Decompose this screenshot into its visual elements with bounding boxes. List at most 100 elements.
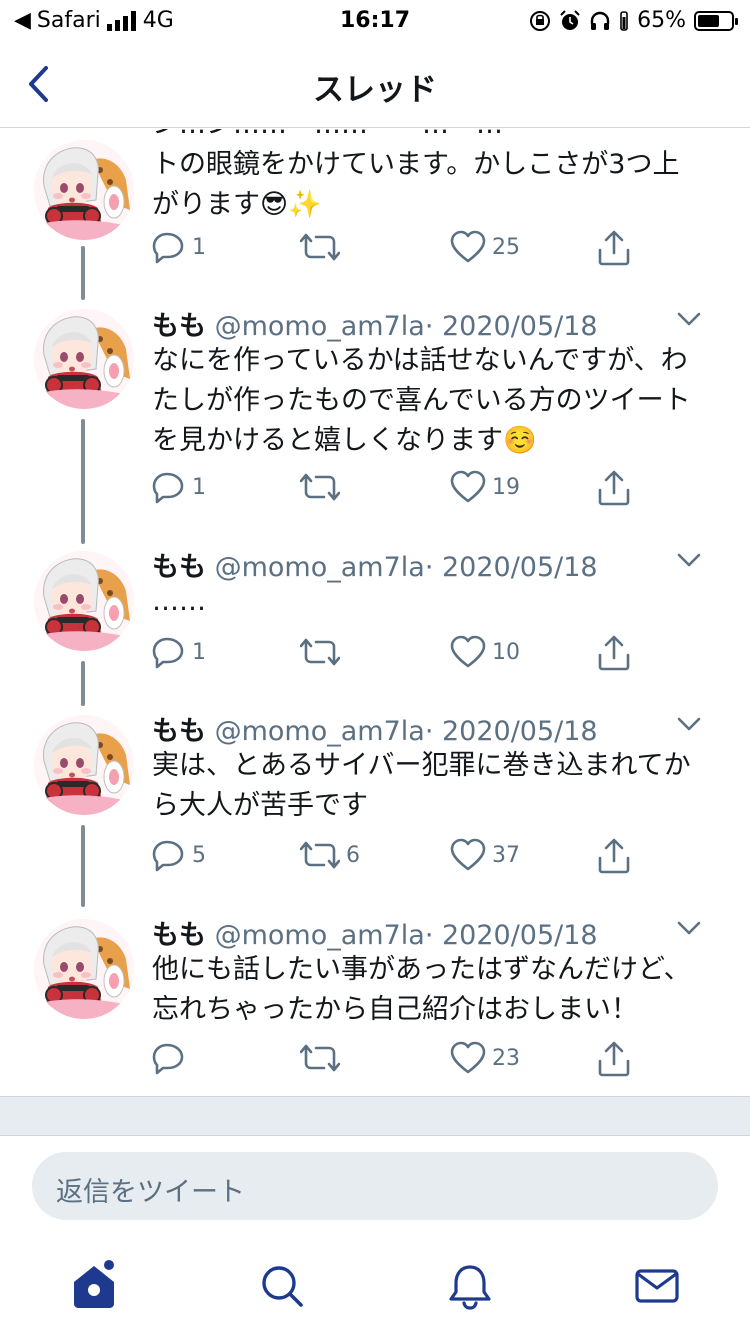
tweet-actions: 1 10 [152,635,652,675]
like-count: 23 [492,1045,520,1071]
retweet-button[interactable] [300,635,346,669]
avatar[interactable] [34,309,134,409]
tab-home[interactable] [66,1258,122,1314]
reply-icon [152,1041,186,1075]
tweet-line: 他にも話したい事があったはずなんだけど、 [152,954,691,985]
display-name[interactable]: もも [152,920,206,951]
chevron-down-icon[interactable] [676,310,702,328]
tweet-line: ら大人が苦手です [152,790,368,821]
battery-percent: 65% [637,8,686,33]
tweet-line: たしが作ったもので喜んでいる方のツイート [152,385,691,416]
retweet-button[interactable] [300,470,346,504]
display-name[interactable]: もも [152,552,206,583]
alarm-icon [560,9,580,30]
share-icon [597,470,631,506]
like-button[interactable]: 10 [450,635,520,669]
tweet-line: がります😎✨ [152,189,322,220]
thread-line [81,825,85,907]
bell-icon [449,1265,491,1310]
like-button[interactable]: 23 [450,1041,520,1075]
share-button[interactable] [597,230,631,266]
tweet-date: · 2020/05/18 [424,920,598,951]
like-button[interactable]: 19 [450,470,520,504]
mail-icon [635,1269,679,1303]
tweet-actions: 1 19 [152,470,652,510]
tweet-text: 実は、とあるサイバー犯罪に巻き込まれてか ら大人が苦手です [152,746,732,826]
reply-count: 5 [192,842,206,868]
reply-button[interactable] [152,1041,192,1075]
thread-line [81,419,85,544]
chevron-down-icon[interactable] [676,551,702,569]
reply-button[interactable]: 1 [152,470,206,504]
retweet-icon [300,230,340,264]
retweet-count: 6 [346,842,360,868]
share-button[interactable] [597,635,631,671]
like-count: 19 [492,474,520,500]
search-icon [262,1266,303,1307]
tweet-date: · 2020/05/18 [424,552,598,583]
battery-fill [698,14,719,27]
like-button[interactable]: 37 [450,838,520,872]
user-handle[interactable]: @momo_am7la [215,311,425,342]
reply-input[interactable]: 返信をツイート [32,1152,718,1220]
share-button[interactable] [597,470,631,506]
retweet-icon [300,470,340,504]
reply-count: 1 [192,474,206,500]
share-button[interactable] [597,838,631,874]
thread-timeline[interactable]: ン…ン……ー……ーー…ー…ー トの眼鏡をかけています。かしこさが3つ上 がります… [0,129,750,1096]
retweet-button[interactable]: 6 [300,838,360,872]
avatar[interactable] [34,551,134,651]
avatar[interactable] [34,140,134,240]
retweet-icon [300,1041,340,1075]
thread-line [81,661,85,706]
tweet-text: ン…ン……ー……ーー…ー…ー トの眼鏡をかけています。かしこさが3つ上 がります… [152,129,732,225]
tweet-actions: 1 25 [152,230,652,270]
tweet-actions: 23 [152,1041,652,1081]
tweet-line: を見かけると嬉しくなります☺️ [152,425,537,456]
reply-count: 1 [192,234,206,260]
tab-messages[interactable] [629,1258,685,1314]
share-icon [597,230,631,266]
tweet-header: もも @momo_am7la· 2020/05/18 [152,304,730,342]
avatar[interactable] [34,715,134,815]
tweet-date: · 2020/05/18 [424,311,598,342]
share-button[interactable] [597,1041,631,1077]
share-icon [597,838,631,874]
tweet-date: · 2020/05/18 [424,716,598,747]
chevron-down-icon[interactable] [676,715,702,733]
reply-placeholder: 返信をツイート [56,1177,245,1208]
reply-button[interactable]: 1 [152,635,206,669]
avatar[interactable] [34,919,134,1019]
user-handle[interactable]: @momo_am7la [215,552,425,583]
reply-button[interactable]: 1 [152,230,206,264]
tweet-header: もも @momo_am7la· 2020/05/18 [152,709,730,747]
retweet-button[interactable] [300,1041,346,1075]
tweet-line: 実は、とあるサイバー犯罪に巻き込まれてか [152,750,691,781]
page-title: スレッド [313,72,437,108]
reply-icon [152,838,186,872]
user-handle[interactable]: @momo_am7la [215,920,425,951]
home-icon [74,1260,114,1308]
user-handle[interactable]: @momo_am7la [215,716,425,747]
location-icon [620,10,628,31]
share-icon [597,1041,631,1077]
reply-button[interactable]: 5 [152,838,206,872]
tweet-text: なにを作っているかは話せないんですが、わ たしが作ったもので喜んでいる方のツイー… [152,341,732,461]
heart-icon [450,1041,486,1075]
tweet-line: なにを作っているかは話せないんですが、わ [152,345,688,376]
tweet-actions: 5 6 37 [152,838,652,878]
reply-count: 1 [192,639,206,665]
tab-search[interactable] [254,1258,310,1314]
tab-notifications[interactable] [442,1258,498,1314]
tweet-text: 他にも話したい事があったはずなんだけど、 忘れちゃったから自己紹介はおしまい！ [152,950,732,1030]
chevron-down-icon[interactable] [676,919,702,937]
like-button[interactable]: 25 [450,230,520,264]
display-name[interactable]: もも [152,311,206,342]
like-count: 10 [492,639,520,665]
battery-icon [694,10,738,31]
retweet-button[interactable] [300,230,346,264]
status-bar: ◀ Safari 4G 16:17 65% [0,0,750,40]
display-name[interactable]: もも [152,716,206,747]
share-icon [597,635,631,671]
tweet-header: もも @momo_am7la· 2020/05/18 [152,545,730,583]
